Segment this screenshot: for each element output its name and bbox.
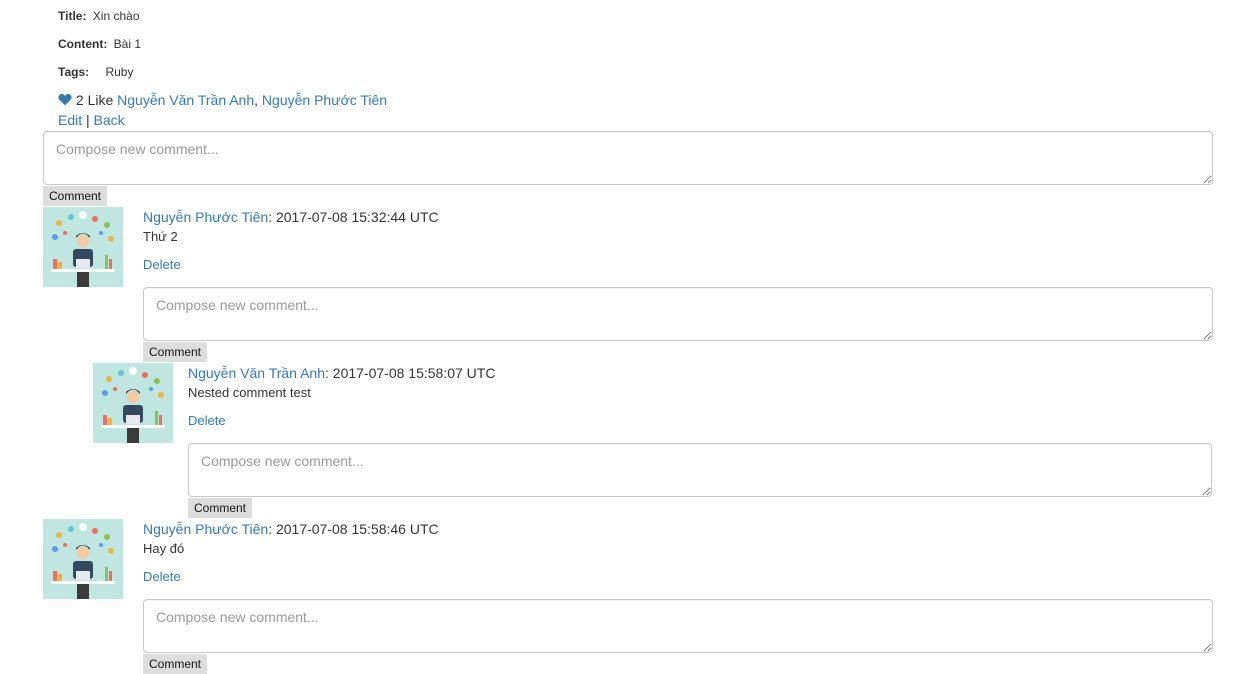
reply-input[interactable] bbox=[143, 599, 1213, 653]
delete-link[interactable]: Delete bbox=[143, 569, 181, 584]
post-tags-line: Tags: Ruby bbox=[58, 65, 133, 79]
comment-header: Nguyễn Phước Tiên: 2017-07-08 15:58:46 U… bbox=[143, 521, 439, 537]
action-separator: | bbox=[86, 112, 90, 128]
content-label: Content: bbox=[58, 37, 108, 51]
comment-header: Nguyễn Phước Tiên: 2017-07-08 15:32:44 U… bbox=[143, 209, 439, 225]
comment-author[interactable]: Nguyễn Phước Tiên bbox=[143, 521, 268, 537]
heart-icon[interactable] bbox=[58, 93, 72, 106]
avatar bbox=[43, 519, 123, 599]
comment-button[interactable]: Comment bbox=[43, 186, 108, 206]
post-actions: Edit | Back bbox=[58, 112, 125, 128]
post-content-line: Content: Bài 1 bbox=[58, 37, 141, 51]
comment-body: Hay đó bbox=[143, 541, 185, 556]
comment-timestamp: : 2017-07-08 15:32:44 UTC bbox=[268, 209, 439, 225]
like-count: 2 Like bbox=[75, 92, 114, 108]
post-title: Xin chào bbox=[92, 9, 140, 23]
tag-ruby: Ruby bbox=[105, 65, 134, 79]
tags-label: Tags: bbox=[58, 65, 90, 79]
avatar bbox=[93, 363, 173, 443]
comment-body: Nested comment test bbox=[188, 385, 311, 400]
avatar bbox=[43, 207, 123, 287]
likes-line: 2 Like Nguyễn Văn Trần Anh, Nguyễn Phước… bbox=[58, 92, 387, 108]
reply-input[interactable] bbox=[188, 443, 1212, 497]
comment-body: Thứ 2 bbox=[143, 229, 178, 244]
post-content: Bài 1 bbox=[113, 37, 142, 51]
back-link[interactable]: Back bbox=[94, 112, 125, 128]
comment-timestamp: : 2017-07-08 15:58:46 UTC bbox=[268, 521, 439, 537]
reply-input[interactable] bbox=[143, 287, 1213, 341]
liker-link[interactable]: Nguyễn Văn Trần Anh bbox=[117, 92, 254, 108]
liker-link[interactable]: Nguyễn Phước Tiên bbox=[262, 92, 387, 108]
post-title-line: Title: Xin chào bbox=[58, 9, 140, 23]
comment-header: Nguyễn Văn Trần Anh: 2017-07-08 15:58:07… bbox=[188, 365, 495, 381]
liker-separator: , bbox=[254, 92, 259, 108]
edit-link[interactable]: Edit bbox=[58, 112, 82, 128]
comment-author[interactable]: Nguyễn Phước Tiên bbox=[143, 209, 268, 225]
comment-author[interactable]: Nguyễn Văn Trần Anh bbox=[188, 365, 325, 381]
reply-comment-button[interactable]: Comment bbox=[188, 498, 253, 518]
reply-comment-button[interactable]: Comment bbox=[143, 654, 208, 674]
reply-comment-button[interactable]: Comment bbox=[143, 342, 208, 362]
delete-link[interactable]: Delete bbox=[188, 413, 226, 428]
comment-input[interactable] bbox=[43, 131, 1213, 185]
delete-link[interactable]: Delete bbox=[143, 257, 181, 272]
title-label: Title: bbox=[58, 9, 87, 23]
comment-timestamp: : 2017-07-08 15:58:07 UTC bbox=[325, 365, 496, 381]
